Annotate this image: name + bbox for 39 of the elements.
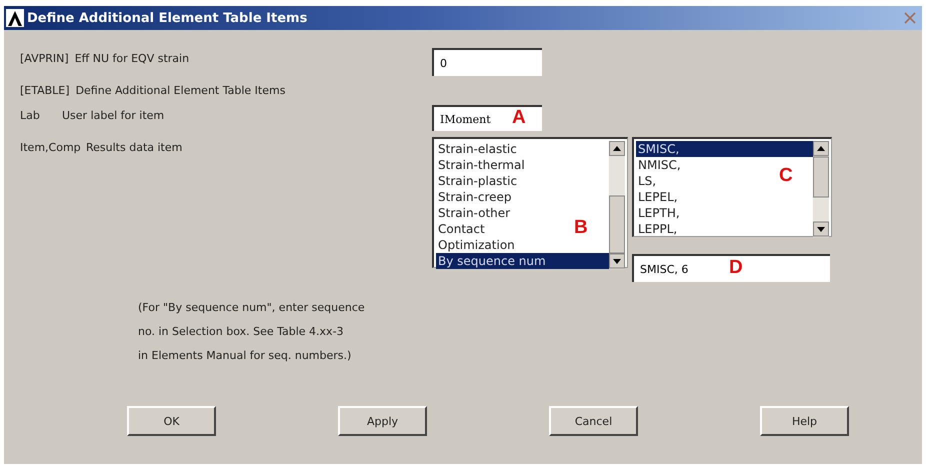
annotation-letter: D bbox=[729, 257, 743, 279]
list-item[interactable]: NMISC, bbox=[636, 157, 681, 173]
list-item[interactable]: By sequence num bbox=[436, 253, 609, 269]
list-item[interactable]: Strain-thermal bbox=[436, 157, 525, 173]
field-label: Eff NU for EQV strain bbox=[74, 52, 190, 67]
annotation-letter: A bbox=[512, 107, 526, 129]
list-item[interactable]: Strain-other bbox=[436, 205, 510, 221]
list-item[interactable]: Strain-creep bbox=[436, 189, 512, 205]
close-icon[interactable] bbox=[904, 12, 916, 24]
note-text: (For "By sequence num", enter sequence bbox=[138, 300, 366, 316]
window-title: Define Additional Element Table Items bbox=[27, 10, 308, 26]
field-key: Lab bbox=[20, 109, 56, 131]
app-logo-icon bbox=[6, 9, 24, 27]
section-key: [ETABLE] bbox=[20, 84, 70, 97]
dialog-button[interactable]: Cancel bbox=[549, 406, 638, 436]
list-item[interactable]: LS, bbox=[636, 173, 656, 189]
dialog-button[interactable]: Apply bbox=[338, 406, 427, 436]
section-label: Define Additional Element Table Items bbox=[76, 84, 286, 97]
list-item[interactable]: Strain-plastic bbox=[436, 173, 518, 189]
note-text: no. in Selection box. See Table 4.xx-3 bbox=[138, 324, 345, 340]
input-field[interactable]: 0 bbox=[432, 48, 542, 76]
annotation-letter: C bbox=[779, 165, 793, 187]
list-item[interactable]: LEPPL, bbox=[636, 221, 678, 237]
field-key: Item,Comp bbox=[20, 141, 80, 282]
list-item[interactable]: LEPTH, bbox=[636, 205, 680, 221]
scrollbar-drawing[interactable] bbox=[609, 141, 625, 269]
note-text: in Elements Manual for seq. numbers.) bbox=[138, 348, 352, 364]
field-key: [AVPRIN] bbox=[20, 52, 69, 76]
list-item[interactable]: LEPEL, bbox=[636, 189, 678, 205]
field-label: User label for item bbox=[62, 109, 164, 124]
scrollbar-drawing[interactable] bbox=[813, 141, 829, 237]
dialog-button[interactable]: Help bbox=[760, 406, 849, 436]
annotation-letter: B bbox=[574, 217, 588, 239]
field-label: Results data item bbox=[86, 141, 182, 156]
dialog-button[interactable]: OK bbox=[127, 406, 216, 436]
list-item[interactable]: Strain-elastic bbox=[436, 141, 517, 157]
list-item[interactable]: SMISC, bbox=[636, 141, 813, 157]
list-item[interactable]: Optimization bbox=[436, 237, 515, 253]
list-item[interactable]: Contact bbox=[436, 221, 485, 237]
